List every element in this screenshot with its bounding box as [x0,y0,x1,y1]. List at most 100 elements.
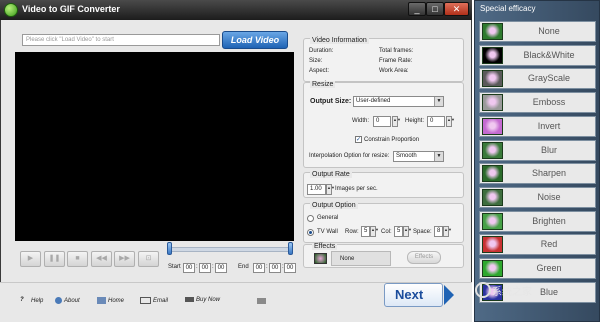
email-icon [140,297,151,304]
start-label: Start [168,264,181,270]
effect-label: Brighten [532,215,566,226]
home-link[interactable]: Home [97,297,124,304]
effect-label: None [538,26,560,36]
stop-button[interactable]: ■ [67,251,88,267]
about-link[interactable]: About [55,297,80,304]
end-hour-field[interactable]: 00 [253,263,265,273]
aspect-label: Aspect: [309,68,330,74]
output-size-select[interactable]: User-defined ▼ [353,96,444,107]
effect-item[interactable]: Green [479,258,596,279]
start-second-field[interactable]: 00 [215,263,227,273]
about-label: About [64,298,80,305]
width-spinner[interactable]: ▲▼ [392,116,401,127]
end-label: End [238,264,249,270]
effect-thumbnail-icon [482,165,503,183]
col-spinner[interactable]: ▲▼ [403,226,412,237]
buy-now-link[interactable]: Buy Now [185,297,220,303]
snapshot-button[interactable]: ⊡ [138,251,159,267]
width-label: Width: [352,118,370,124]
load-video-button[interactable]: Load Video [222,31,288,49]
play-button[interactable]: ▶ [20,251,41,267]
effect-item[interactable]: Red [479,234,596,256]
effects-button[interactable]: Effects [407,251,441,264]
timeline-track[interactable] [169,247,292,252]
effect-thumbnail-icon [482,141,503,159]
home-label: Home [108,298,125,305]
height-input[interactable]: 0 [427,116,445,127]
space-label: Space: [413,229,432,235]
video-path-input[interactable]: Please click "Load Video" to start [22,34,220,46]
next-button[interactable]: Next [384,283,443,307]
forward-button[interactable]: ▶▶ [114,251,135,267]
end-minute-field[interactable]: 00 [269,263,281,273]
effect-item[interactable]: None [479,21,596,42]
effect-label: Invert [537,120,561,131]
frame-rate-label: Frame Rate: [379,58,413,64]
start-marker-handle[interactable] [167,242,172,255]
pause-button[interactable]: ❚❚ [44,251,65,267]
home-icon [97,297,106,304]
width-input[interactable]: 0 [373,116,391,127]
duration-label: Duration: [309,48,334,54]
chevron-down-icon[interactable]: ▼ [434,97,443,106]
constrain-proportion-label: Constrain Proportion [364,137,420,143]
space-input[interactable]: 8 [434,226,443,237]
row-spinner[interactable]: ▲▼ [370,226,379,237]
folder-icon[interactable] [257,298,266,304]
size-label: Size: [309,58,323,64]
output-rate-heading: Output Rate [310,171,352,178]
close-button[interactable]: ✕ [444,2,469,16]
end-marker-handle[interactable] [288,242,293,255]
effect-thumbnail-icon [482,23,503,40]
row-input[interactable]: 5 [361,226,370,237]
maximize-button[interactable]: □ [426,2,444,16]
email-link[interactable]: Email [140,297,168,304]
effect-preview-icon [314,253,327,264]
start-minute-field[interactable]: 00 [199,263,211,273]
effect-item[interactable]: Brighten [479,210,596,232]
minimize-button[interactable]: _ [408,2,426,16]
effect-item[interactable]: Noise [479,186,596,208]
effect-thumbnail-icon [482,94,503,112]
effect-thumbnail-icon [482,188,503,206]
effect-item[interactable]: GrayScale [479,68,596,90]
current-effect-value: None [340,256,355,262]
space-spinner[interactable]: ▲▼ [443,226,452,237]
rewind-button[interactable]: ◀◀ [91,251,112,267]
height-spinner[interactable]: ▲▼ [446,116,455,127]
effect-item[interactable]: Emboss [479,92,596,114]
tv-wall-label: TV Wall [317,229,338,235]
chevron-down-icon[interactable]: ▼ [434,152,443,161]
help-icon: ? [20,297,24,303]
effect-label: Blur [540,144,557,155]
email-label: Email [153,298,169,305]
end-second-field[interactable]: 00 [284,263,296,273]
output-size-value: User-defined [356,98,391,104]
effect-label: Emboss [532,97,566,108]
watermark-logo [475,282,491,298]
effect-thumbnail-icon [482,212,503,230]
effect-label: Red [540,239,558,250]
video-info-heading: Video Information [310,37,369,44]
output-rate-spinner[interactable]: ▲▼ [326,184,335,195]
row-label: Row: [345,229,359,235]
output-rate-input[interactable]: 1.00 [307,184,326,195]
effect-item[interactable]: Invert [479,115,596,137]
buy-now-label: Buy Now [196,297,221,304]
total-frames-label: Total frames: [379,48,414,54]
constrain-proportion-checkbox[interactable]: ✓ [355,136,362,143]
work-area-label: Work Area: [379,68,409,74]
effect-item[interactable]: Blur [479,139,596,161]
help-link[interactable]: ? Help [20,297,43,304]
tv-wall-radio[interactable] [307,229,314,236]
watermark-text: 系统之家 [492,287,532,298]
effect-item[interactable]: Black&White [479,44,596,66]
interpolation-select[interactable]: Smooth ▼ [393,151,444,162]
output-option-group [303,203,464,243]
output-size-label: Output Size: [310,98,352,105]
general-radio[interactable] [307,215,314,222]
col-input[interactable]: 5 [394,226,403,237]
start-hour-field[interactable]: 00 [183,263,195,273]
effect-item[interactable]: Sharpen [479,163,596,185]
height-label: Height: [405,118,425,124]
